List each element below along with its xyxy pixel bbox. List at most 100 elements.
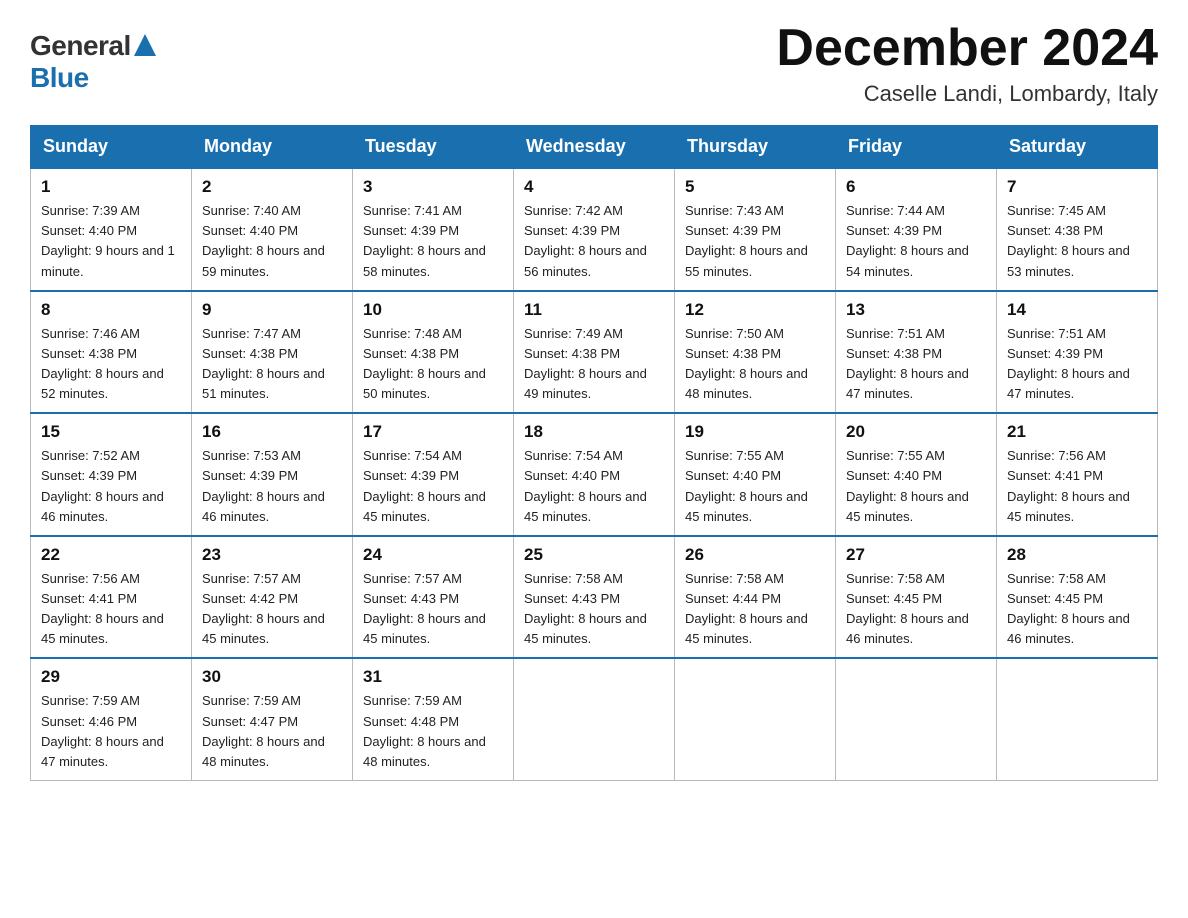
- day-number: 16: [202, 422, 342, 442]
- calendar-cell: 1 Sunrise: 7:39 AMSunset: 4:40 PMDayligh…: [31, 168, 192, 291]
- day-info: Sunrise: 7:57 AMSunset: 4:42 PMDaylight:…: [202, 569, 342, 650]
- day-info: Sunrise: 7:59 AMSunset: 4:46 PMDaylight:…: [41, 691, 181, 772]
- col-header-monday: Monday: [192, 126, 353, 169]
- day-info: Sunrise: 7:53 AMSunset: 4:39 PMDaylight:…: [202, 446, 342, 527]
- day-info: Sunrise: 7:54 AMSunset: 4:40 PMDaylight:…: [524, 446, 664, 527]
- day-info: Sunrise: 7:44 AMSunset: 4:39 PMDaylight:…: [846, 201, 986, 282]
- calendar-cell: 2 Sunrise: 7:40 AMSunset: 4:40 PMDayligh…: [192, 168, 353, 291]
- calendar-cell: 5 Sunrise: 7:43 AMSunset: 4:39 PMDayligh…: [675, 168, 836, 291]
- day-number: 19: [685, 422, 825, 442]
- calendar-cell: [997, 658, 1158, 780]
- day-info: Sunrise: 7:42 AMSunset: 4:39 PMDaylight:…: [524, 201, 664, 282]
- calendar-cell: 21 Sunrise: 7:56 AMSunset: 4:41 PMDaylig…: [997, 413, 1158, 536]
- day-number: 28: [1007, 545, 1147, 565]
- day-info: Sunrise: 7:55 AMSunset: 4:40 PMDaylight:…: [846, 446, 986, 527]
- day-number: 4: [524, 177, 664, 197]
- col-header-saturday: Saturday: [997, 126, 1158, 169]
- calendar-cell: 28 Sunrise: 7:58 AMSunset: 4:45 PMDaylig…: [997, 536, 1158, 659]
- day-number: 13: [846, 300, 986, 320]
- location-subtitle: Caselle Landi, Lombardy, Italy: [776, 81, 1158, 107]
- calendar-cell: 16 Sunrise: 7:53 AMSunset: 4:39 PMDaylig…: [192, 413, 353, 536]
- day-info: Sunrise: 7:43 AMSunset: 4:39 PMDaylight:…: [685, 201, 825, 282]
- logo-general-text: General: [30, 30, 131, 62]
- day-info: Sunrise: 7:58 AMSunset: 4:45 PMDaylight:…: [846, 569, 986, 650]
- day-number: 3: [363, 177, 503, 197]
- day-info: Sunrise: 7:57 AMSunset: 4:43 PMDaylight:…: [363, 569, 503, 650]
- calendar-cell: 23 Sunrise: 7:57 AMSunset: 4:42 PMDaylig…: [192, 536, 353, 659]
- logo-triangle-icon: [134, 34, 156, 56]
- day-number: 22: [41, 545, 181, 565]
- day-number: 8: [41, 300, 181, 320]
- calendar-cell: 27 Sunrise: 7:58 AMSunset: 4:45 PMDaylig…: [836, 536, 997, 659]
- day-info: Sunrise: 7:39 AMSunset: 4:40 PMDaylight:…: [41, 201, 181, 282]
- calendar-cell: [514, 658, 675, 780]
- calendar-cell: 30 Sunrise: 7:59 AMSunset: 4:47 PMDaylig…: [192, 658, 353, 780]
- day-number: 11: [524, 300, 664, 320]
- calendar-header-row: SundayMondayTuesdayWednesdayThursdayFrid…: [31, 126, 1158, 169]
- day-info: Sunrise: 7:48 AMSunset: 4:38 PMDaylight:…: [363, 324, 503, 405]
- day-number: 5: [685, 177, 825, 197]
- day-info: Sunrise: 7:49 AMSunset: 4:38 PMDaylight:…: [524, 324, 664, 405]
- calendar-cell: 9 Sunrise: 7:47 AMSunset: 4:38 PMDayligh…: [192, 291, 353, 414]
- calendar-cell: 14 Sunrise: 7:51 AMSunset: 4:39 PMDaylig…: [997, 291, 1158, 414]
- calendar-cell: 20 Sunrise: 7:55 AMSunset: 4:40 PMDaylig…: [836, 413, 997, 536]
- day-number: 23: [202, 545, 342, 565]
- col-header-tuesday: Tuesday: [353, 126, 514, 169]
- day-info: Sunrise: 7:40 AMSunset: 4:40 PMDaylight:…: [202, 201, 342, 282]
- day-info: Sunrise: 7:59 AMSunset: 4:48 PMDaylight:…: [363, 691, 503, 772]
- day-number: 12: [685, 300, 825, 320]
- day-info: Sunrise: 7:54 AMSunset: 4:39 PMDaylight:…: [363, 446, 503, 527]
- day-info: Sunrise: 7:47 AMSunset: 4:38 PMDaylight:…: [202, 324, 342, 405]
- month-year-title: December 2024: [776, 20, 1158, 77]
- calendar-cell: 25 Sunrise: 7:58 AMSunset: 4:43 PMDaylig…: [514, 536, 675, 659]
- col-header-sunday: Sunday: [31, 126, 192, 169]
- calendar-cell: 24 Sunrise: 7:57 AMSunset: 4:43 PMDaylig…: [353, 536, 514, 659]
- calendar-cell: [675, 658, 836, 780]
- day-number: 18: [524, 422, 664, 442]
- calendar-cell: 22 Sunrise: 7:56 AMSunset: 4:41 PMDaylig…: [31, 536, 192, 659]
- week-row-4: 22 Sunrise: 7:56 AMSunset: 4:41 PMDaylig…: [31, 536, 1158, 659]
- day-info: Sunrise: 7:55 AMSunset: 4:40 PMDaylight:…: [685, 446, 825, 527]
- day-info: Sunrise: 7:46 AMSunset: 4:38 PMDaylight:…: [41, 324, 181, 405]
- day-info: Sunrise: 7:50 AMSunset: 4:38 PMDaylight:…: [685, 324, 825, 405]
- title-area: December 2024 Caselle Landi, Lombardy, I…: [776, 20, 1158, 107]
- calendar-cell: [836, 658, 997, 780]
- day-number: 25: [524, 545, 664, 565]
- day-number: 31: [363, 667, 503, 687]
- day-info: Sunrise: 7:52 AMSunset: 4:39 PMDaylight:…: [41, 446, 181, 527]
- day-number: 6: [846, 177, 986, 197]
- day-info: Sunrise: 7:51 AMSunset: 4:38 PMDaylight:…: [846, 324, 986, 405]
- logo: General Blue: [30, 20, 156, 94]
- day-info: Sunrise: 7:56 AMSunset: 4:41 PMDaylight:…: [41, 569, 181, 650]
- day-number: 20: [846, 422, 986, 442]
- day-info: Sunrise: 7:58 AMSunset: 4:43 PMDaylight:…: [524, 569, 664, 650]
- day-info: Sunrise: 7:58 AMSunset: 4:45 PMDaylight:…: [1007, 569, 1147, 650]
- day-info: Sunrise: 7:58 AMSunset: 4:44 PMDaylight:…: [685, 569, 825, 650]
- calendar-table: SundayMondayTuesdayWednesdayThursdayFrid…: [30, 125, 1158, 781]
- day-info: Sunrise: 7:45 AMSunset: 4:38 PMDaylight:…: [1007, 201, 1147, 282]
- day-number: 7: [1007, 177, 1147, 197]
- day-info: Sunrise: 7:56 AMSunset: 4:41 PMDaylight:…: [1007, 446, 1147, 527]
- calendar-cell: 17 Sunrise: 7:54 AMSunset: 4:39 PMDaylig…: [353, 413, 514, 536]
- day-number: 10: [363, 300, 503, 320]
- calendar-cell: 31 Sunrise: 7:59 AMSunset: 4:48 PMDaylig…: [353, 658, 514, 780]
- day-number: 9: [202, 300, 342, 320]
- calendar-cell: 12 Sunrise: 7:50 AMSunset: 4:38 PMDaylig…: [675, 291, 836, 414]
- day-number: 17: [363, 422, 503, 442]
- calendar-cell: 8 Sunrise: 7:46 AMSunset: 4:38 PMDayligh…: [31, 291, 192, 414]
- page-header: General Blue December 2024 Caselle Landi…: [30, 20, 1158, 107]
- calendar-cell: 15 Sunrise: 7:52 AMSunset: 4:39 PMDaylig…: [31, 413, 192, 536]
- day-info: Sunrise: 7:41 AMSunset: 4:39 PMDaylight:…: [363, 201, 503, 282]
- day-number: 27: [846, 545, 986, 565]
- day-number: 30: [202, 667, 342, 687]
- day-number: 15: [41, 422, 181, 442]
- week-row-3: 15 Sunrise: 7:52 AMSunset: 4:39 PMDaylig…: [31, 413, 1158, 536]
- calendar-cell: 7 Sunrise: 7:45 AMSunset: 4:38 PMDayligh…: [997, 168, 1158, 291]
- calendar-cell: 13 Sunrise: 7:51 AMSunset: 4:38 PMDaylig…: [836, 291, 997, 414]
- day-number: 24: [363, 545, 503, 565]
- week-row-2: 8 Sunrise: 7:46 AMSunset: 4:38 PMDayligh…: [31, 291, 1158, 414]
- day-number: 2: [202, 177, 342, 197]
- calendar-cell: 11 Sunrise: 7:49 AMSunset: 4:38 PMDaylig…: [514, 291, 675, 414]
- calendar-cell: 10 Sunrise: 7:48 AMSunset: 4:38 PMDaylig…: [353, 291, 514, 414]
- col-header-thursday: Thursday: [675, 126, 836, 169]
